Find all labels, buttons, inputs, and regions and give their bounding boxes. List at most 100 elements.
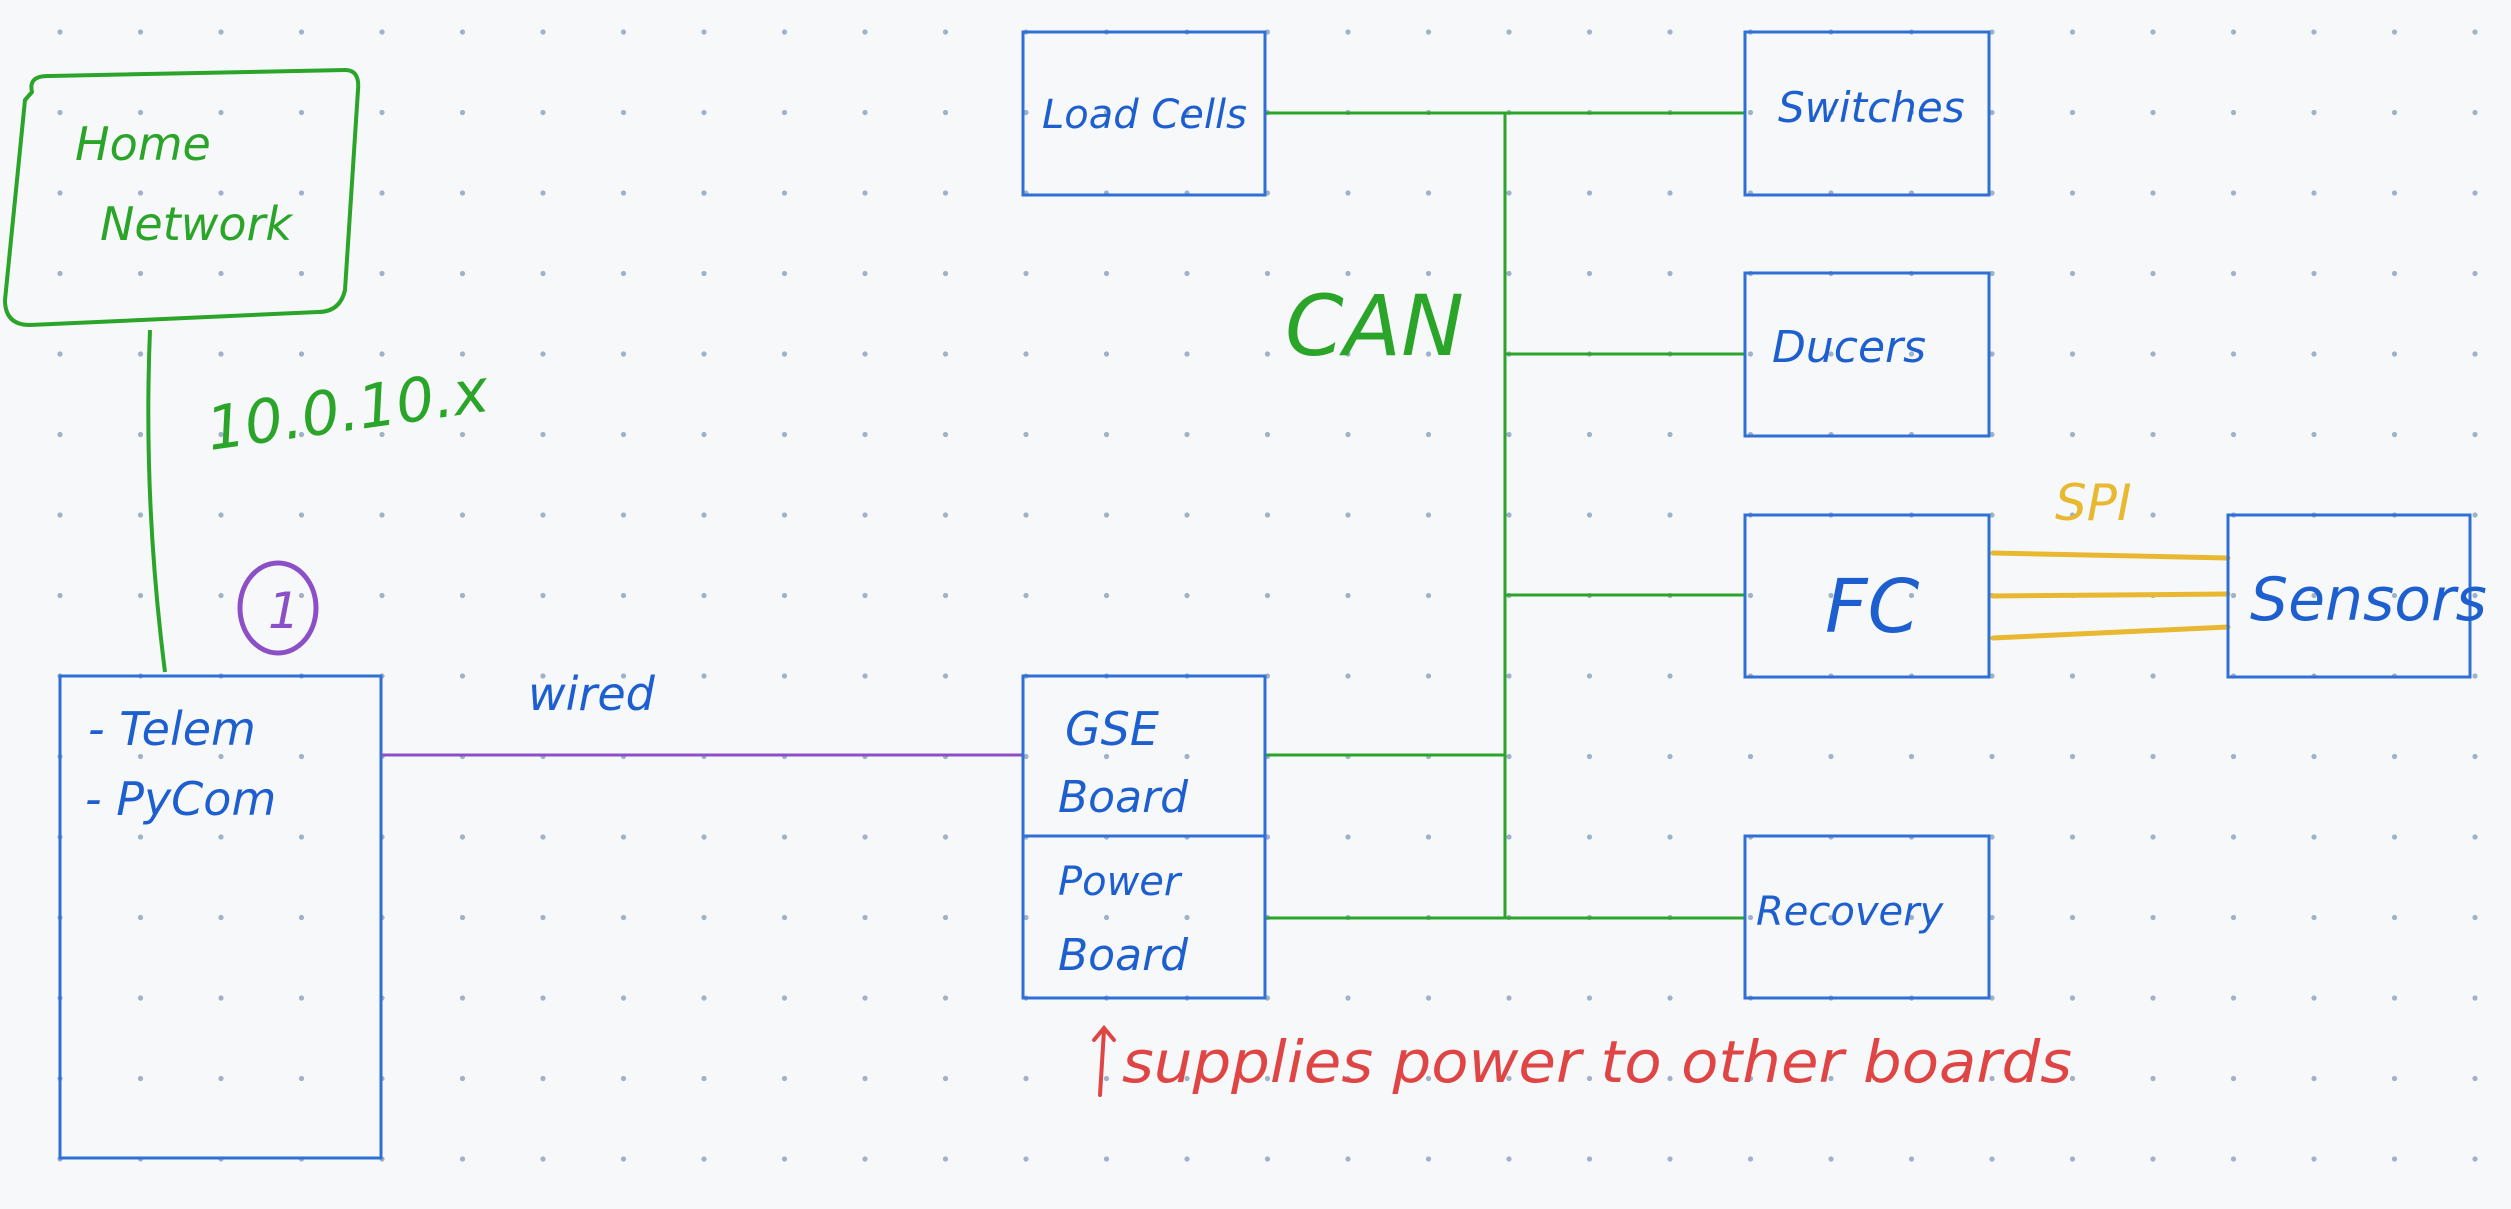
- grid-dot: [1747, 1156, 1754, 1162]
- grid-dot: [57, 512, 63, 518]
- grid-dot: [1184, 592, 1190, 599]
- grid-dot: [218, 995, 224, 1001]
- grid-dot: [1506, 190, 1512, 196]
- spi-label: SPI: [2055, 474, 2132, 532]
- grid-dot: [2230, 1075, 2237, 1082]
- grid-dot: [2472, 753, 2478, 760]
- grid-dot: [298, 512, 305, 518]
- grid-dot: [2230, 29, 2237, 35]
- grid-dot: [2230, 753, 2237, 760]
- grid-dot: [1425, 1156, 1432, 1162]
- grid-dot: [298, 834, 305, 840]
- grid-dot: [2311, 270, 2317, 277]
- grid-dot: [459, 592, 466, 599]
- grid-dot: [2311, 351, 2317, 357]
- grid-dot: [459, 995, 466, 1001]
- grid-dot: [620, 190, 627, 196]
- grid-dot: [862, 673, 868, 679]
- grid-dot: [137, 29, 144, 35]
- grid-dot: [379, 592, 385, 599]
- grid-dot: [862, 109, 868, 116]
- grid-dot: [1908, 753, 1915, 760]
- grid-dot: [1264, 270, 1271, 277]
- grid-dot: [781, 592, 788, 599]
- grid-dot: [298, 1075, 305, 1082]
- grid-dot: [2472, 109, 2478, 116]
- grid-dot: [298, 753, 305, 760]
- grid-dot: [540, 431, 546, 438]
- grid-dot: [2311, 753, 2317, 760]
- grid-dot: [701, 1075, 707, 1082]
- grid-dot: [540, 270, 546, 277]
- grid-dot: [2150, 673, 2156, 679]
- grid-dot: [459, 109, 466, 116]
- grid-dot: [942, 29, 949, 35]
- grid-dot: [862, 512, 868, 518]
- grid-dot: [2311, 29, 2317, 35]
- grid-dot: [2069, 834, 2076, 840]
- power-board-label-line1: Power: [1058, 859, 1183, 905]
- grid-dot: [1989, 1156, 1995, 1162]
- grid-dot: [701, 109, 707, 116]
- can-label: CAN: [1285, 277, 1464, 375]
- grid-dot: [942, 190, 949, 196]
- grid-dot: [1103, 431, 1110, 438]
- grid-dot: [2391, 1075, 2398, 1082]
- grid-dot: [2069, 995, 2076, 1001]
- grid-dot: [1667, 431, 1673, 438]
- grid-dot: [1264, 512, 1271, 518]
- grid-dot: [1667, 995, 1673, 1001]
- grid-dot: [298, 190, 305, 196]
- grid-dot: [2391, 190, 2398, 196]
- grid-dot: [620, 914, 627, 921]
- grid-dot: [862, 1156, 868, 1162]
- grid-dot: [137, 592, 144, 599]
- grid-dot: [620, 351, 627, 357]
- grid-dot: [1828, 1156, 1834, 1162]
- grid-dot: [1103, 512, 1110, 518]
- grid-dot: [459, 29, 466, 35]
- grid-dot: [2069, 753, 2076, 760]
- grid-dot: [57, 351, 63, 357]
- grid-dot: [1184, 351, 1190, 357]
- grid-dot: [2311, 995, 2317, 1001]
- grid-dot: [942, 673, 949, 679]
- grid-dot: [218, 29, 224, 35]
- grid-dot: [298, 270, 305, 277]
- grid-dot: [2391, 914, 2398, 921]
- grid-dot: [1747, 914, 1754, 921]
- grid-dot: [459, 270, 466, 277]
- grid-dot: [57, 592, 63, 599]
- grid-dot: [862, 270, 868, 277]
- grid-dot: [2069, 190, 2076, 196]
- grid-dot: [781, 109, 788, 116]
- grid-dot: [1023, 351, 1029, 357]
- grid-dot: [2150, 914, 2156, 921]
- grid-dot: [540, 512, 546, 518]
- diagram-canvas: Home Network 10.0.10.x 1 - Telem - PyCom…: [3, 29, 2487, 1162]
- grid-dot: [1667, 753, 1673, 760]
- grid-dot: [2311, 109, 2317, 116]
- grid-dot: [1425, 29, 1432, 35]
- power-note-arrow: [1092, 1024, 1116, 1097]
- load-cells-label: Load Cells: [1042, 92, 1247, 138]
- grid-dot: [540, 914, 546, 921]
- grid-dot: [1103, 914, 1110, 921]
- grid-dot: [1345, 1156, 1351, 1162]
- grid-dot: [701, 914, 707, 921]
- grid-dot: [620, 834, 627, 840]
- wired-label: wired: [528, 667, 656, 721]
- grid-dot: [2472, 834, 2478, 840]
- grid-dot: [2069, 270, 2076, 277]
- grid-dot: [1425, 270, 1432, 277]
- grid-dot: [1264, 351, 1271, 357]
- grid-dot: [2150, 1156, 2156, 1162]
- home-network-label-line1: Home: [75, 117, 211, 171]
- spi-line-3: [1990, 624, 2231, 641]
- computer-item-telem: - Telem: [88, 702, 256, 756]
- grid-dot: [2230, 431, 2237, 438]
- grid-dot: [57, 29, 63, 35]
- grid-dot: [459, 351, 466, 357]
- grid-dot: [1586, 431, 1593, 438]
- grid-dot: [2391, 270, 2398, 277]
